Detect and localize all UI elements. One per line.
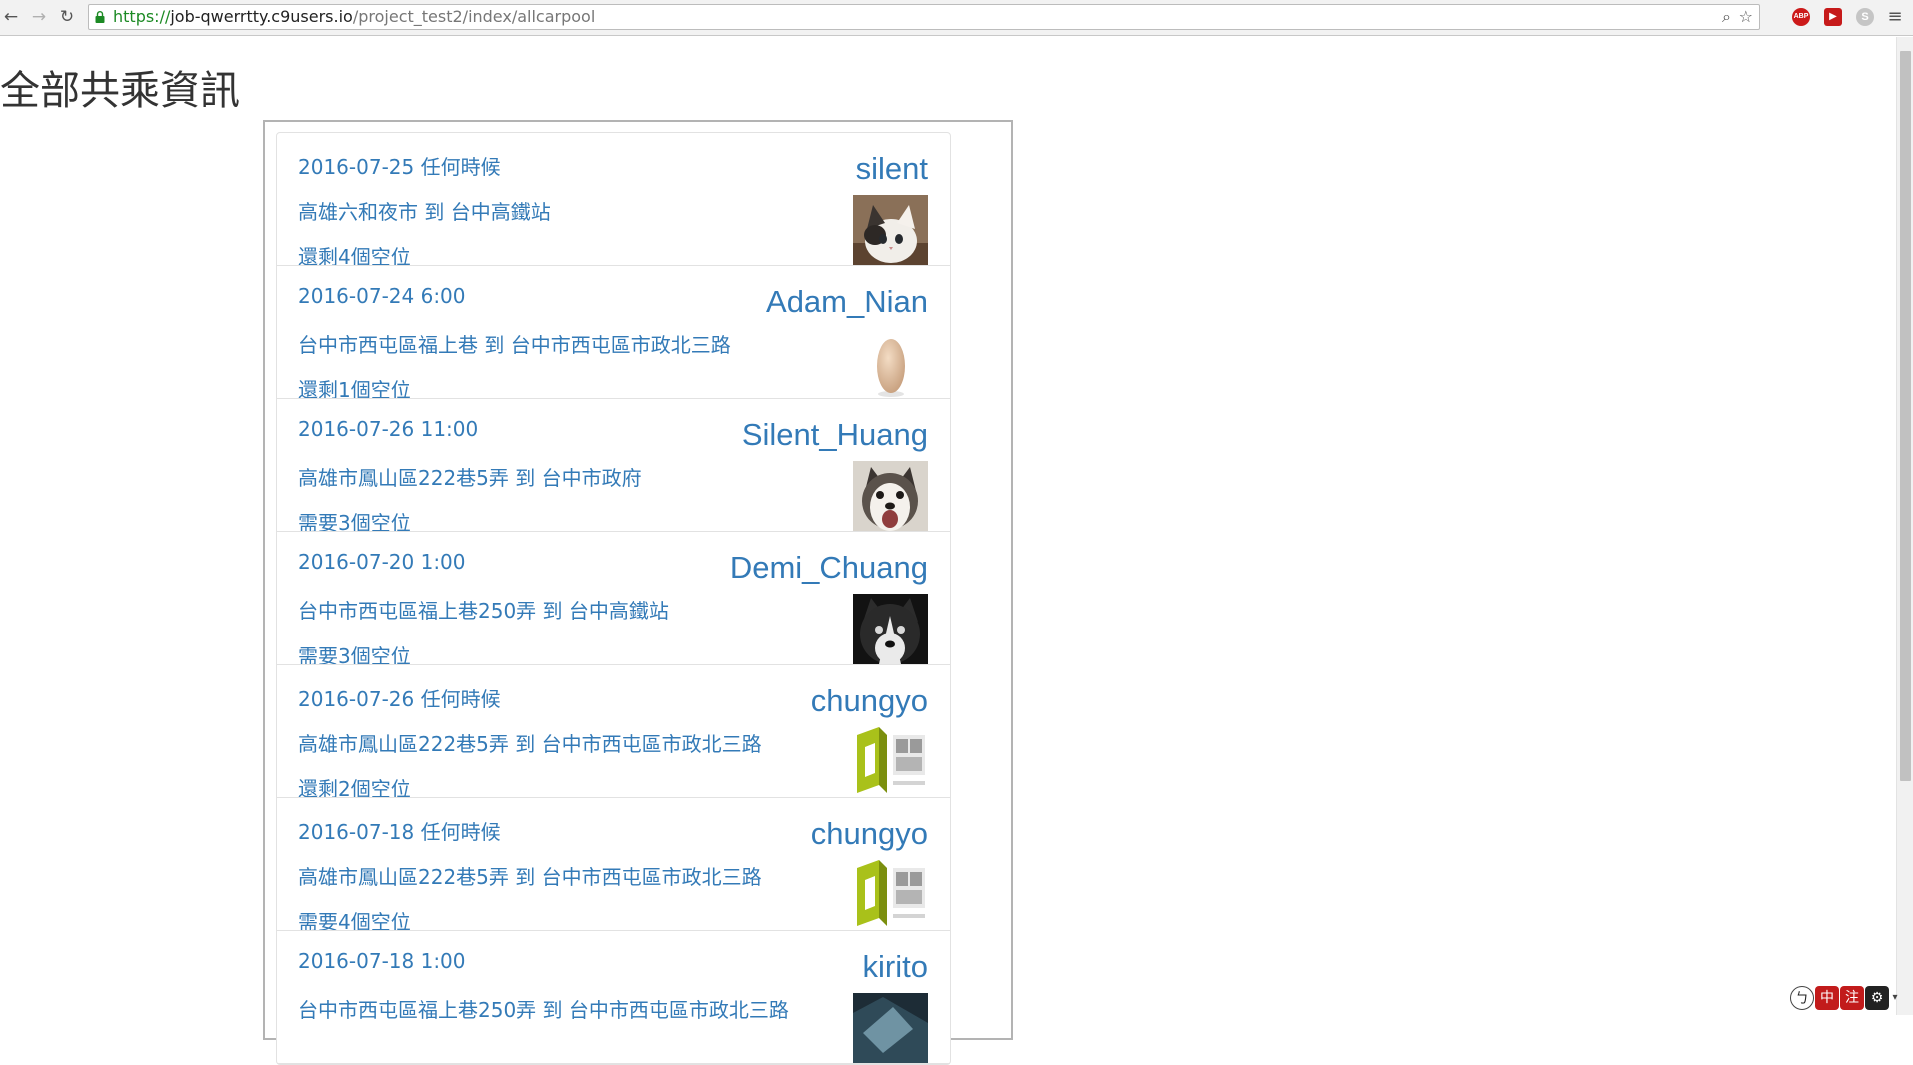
carpool-item[interactable]: 2016-07-26 任何時候 高雄市鳳山區222巷5弄 到 台中市西屯區市政北…: [277, 665, 950, 798]
address-bar[interactable]: https://job-qwerrtty.c9users.io/project_…: [88, 4, 1760, 30]
carpool-date[interactable]: 2016-07-18 任何時候: [298, 816, 501, 845]
adblock-extension-icon[interactable]: ABP: [1792, 8, 1810, 26]
carpool-frame: 2016-07-25 任何時候 高雄六和夜市 到 台中高鐵站 還剩4個空位 si…: [263, 120, 1013, 1065]
carpool-route[interactable]: 高雄市鳳山區222巷5弄 到 台中市政府: [298, 462, 642, 491]
carpool-username[interactable]: Silent_Huang: [742, 417, 928, 453]
carpool-seats[interactable]: 還剩4個空位: [298, 241, 411, 265]
page-scrollbar[interactable]: [1896, 37, 1913, 1015]
carpool-item[interactable]: 2016-07-18 任何時候 高雄市鳳山區222巷5弄 到 台中市西屯區市政北…: [277, 798, 950, 931]
page-title: 全部共乘資訊: [0, 68, 240, 114]
carpool-username[interactable]: chungyo: [811, 816, 928, 852]
url-scheme: https://: [113, 7, 171, 26]
carpool-route[interactable]: 台中市西屯區福上巷250弄 到 台中高鐵站: [298, 595, 669, 624]
husky-avatar-image[interactable]: [853, 594, 928, 664]
lock-icon: [95, 11, 105, 23]
cat-avatar-image[interactable]: [853, 195, 928, 265]
carpool-list: 2016-07-25 任何時候 高雄六和夜市 到 台中高鐵站 還剩4個空位 si…: [276, 132, 951, 1065]
skype-extension-icon[interactable]: S: [1856, 8, 1874, 26]
carpool-username[interactable]: kirito: [863, 949, 928, 985]
carpool-seats[interactable]: 還剩2個空位: [298, 773, 411, 797]
browser-menu-icon[interactable]: ≡: [1884, 6, 1906, 28]
media-extension-icon[interactable]: ▶: [1824, 8, 1842, 26]
carpool-date[interactable]: 2016-07-24 6:00: [298, 284, 466, 308]
carpool-username[interactable]: Adam_Nian: [766, 284, 928, 320]
carpool-date[interactable]: 2016-07-26 11:00: [298, 417, 478, 441]
ime-phonetic-icon[interactable]: 注: [1840, 986, 1864, 1010]
ime-toolbar: ㄅ中注 ⚙ ▾: [1790, 986, 1901, 1014]
logo-avatar-image[interactable]: [853, 860, 928, 930]
logo-avatar-image[interactable]: [853, 727, 928, 797]
carpool-item[interactable]: 2016-07-20 1:00 台中市西屯區福上巷250弄 到 台中高鐵站 需要…: [277, 532, 950, 665]
url-host: job-qwerrtty.c9users.io: [170, 7, 353, 26]
carpool-item[interactable]: 2016-07-18 1:00 台中市西屯區福上巷250弄 到 台中市西屯區市政…: [277, 931, 950, 1064]
carpool-seats[interactable]: 還剩1個空位: [298, 374, 411, 398]
dark-avatar-image[interactable]: [853, 993, 928, 1063]
carpool-username[interactable]: Demi_Chuang: [730, 550, 928, 586]
ime-dropdown-icon[interactable]: ▾: [1890, 986, 1900, 1010]
carpool-seats[interactable]: 需要3個空位: [298, 507, 411, 531]
ime-mode-icon[interactable]: ㄅ: [1790, 986, 1814, 1010]
carpool-date[interactable]: 2016-07-25 任何時候: [298, 151, 501, 180]
carpool-date[interactable]: 2016-07-26 任何時候: [298, 683, 501, 712]
carpool-item[interactable]: 2016-07-25 任何時候 高雄六和夜市 到 台中高鐵站 還剩4個空位 si…: [277, 133, 950, 266]
url-text[interactable]: https://job-qwerrtty.c9users.io/project_…: [113, 5, 595, 29]
bookmark-star-icon[interactable]: ☆: [1739, 7, 1753, 27]
carpool-seats[interactable]: 需要3個空位: [298, 640, 411, 664]
scrollbar-thumb[interactable]: [1900, 51, 1911, 781]
carpool-item[interactable]: 2016-07-24 6:00 台中市西屯區福上巷 到 台中市西屯區市政北三路 …: [277, 266, 950, 399]
carpool-item[interactable]: 2016-07-26 11:00 高雄市鳳山區222巷5弄 到 台中市政府 需要…: [277, 399, 950, 532]
egg-avatar-image[interactable]: [853, 328, 928, 398]
url-path: /project_test2/index/allcarpool: [352, 7, 596, 26]
forward-arrow-icon[interactable]: →: [28, 6, 50, 28]
carpool-date[interactable]: 2016-07-18 1:00: [298, 949, 466, 973]
ime-language-icon[interactable]: 中: [1815, 986, 1839, 1010]
husky-avatar-image[interactable]: [853, 461, 928, 531]
zoom-icon[interactable]: ⌕: [1722, 7, 1731, 27]
carpool-route[interactable]: 台中市西屯區福上巷250弄 到 台中市西屯區市政北三路: [298, 994, 789, 1023]
carpool-route[interactable]: 台中市西屯區福上巷 到 台中市西屯區市政北三路: [298, 329, 731, 358]
reload-icon[interactable]: ↻: [56, 6, 78, 28]
browser-toolbar: ← → ↻ https://job-qwerrtty.c9users.io/pr…: [0, 0, 1913, 36]
ime-settings-icon[interactable]: ⚙: [1865, 986, 1889, 1010]
carpool-username[interactable]: silent: [856, 151, 928, 187]
carpool-seats[interactable]: 需要4個空位: [298, 906, 411, 930]
carpool-route[interactable]: 高雄六和夜市 到 台中高鐵站: [298, 196, 551, 225]
carpool-username[interactable]: chungyo: [811, 683, 928, 719]
carpool-route[interactable]: 高雄市鳳山區222巷5弄 到 台中市西屯區市政北三路: [298, 861, 762, 890]
back-arrow-icon[interactable]: ←: [0, 6, 22, 28]
carpool-date[interactable]: 2016-07-20 1:00: [298, 550, 466, 574]
carpool-route[interactable]: 高雄市鳳山區222巷5弄 到 台中市西屯區市政北三路: [298, 728, 762, 757]
